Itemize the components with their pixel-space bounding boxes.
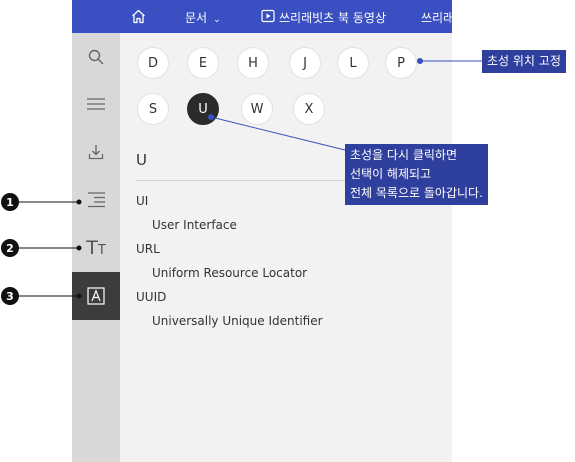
tool-sidebar: TT (72, 33, 120, 462)
initial-chip-l[interactable]: L (337, 47, 369, 79)
callout-line: 전체 목록으로 돌아갑니다. (350, 186, 483, 200)
initial-chip-j[interactable]: J (289, 47, 321, 79)
glossary-definition: Uniform Resource Locator (152, 266, 308, 280)
download-icon (88, 145, 104, 160)
glossary-term[interactable]: UI (136, 194, 148, 208)
step-marker-1: 1 (1, 193, 19, 211)
initial-chip-u-selected[interactable]: U (187, 93, 219, 125)
menu-icon (87, 98, 105, 110)
search-icon (88, 49, 104, 65)
glossary-definition: User Interface (152, 218, 237, 232)
initial-chip-x[interactable]: X (293, 93, 325, 125)
callout-deselect-initial: 초성을 다시 클릭하면 선택이 해제되고 전체 목록으로 돌아갑니다. (345, 144, 488, 205)
menu-button[interactable] (72, 80, 120, 128)
section-heading: U (136, 151, 147, 169)
glossary-definition: Universally Unique Identifier (152, 314, 323, 328)
glossary-panel: D E H J L P S U W X U UI User Interface … (120, 33, 452, 462)
play-video-icon (261, 9, 275, 23)
callout-line: 초성을 다시 클릭하면 (350, 148, 457, 162)
home-icon[interactable] (130, 8, 147, 25)
chevron-down-icon: ⌄ (213, 15, 221, 25)
nav-item-truncated[interactable]: 쓰리래 (421, 9, 452, 26)
initial-chip-d[interactable]: D (137, 47, 169, 79)
text-size-icon: TT (86, 237, 106, 259)
callout-line: 선택이 해제되고 (350, 167, 432, 181)
glossary-button[interactable] (72, 272, 120, 320)
index-list-icon (88, 192, 105, 208)
search-button[interactable] (72, 33, 120, 81)
alphabet-a-icon (87, 287, 105, 305)
video-link[interactable]: 쓰리래빗츠 북 동영상 (279, 9, 386, 26)
glossary-term[interactable]: UUID (136, 290, 166, 304)
step-marker-3: 3 (1, 287, 19, 305)
callout-fixed-initials: 초성 위치 고정 (482, 50, 566, 73)
docs-menu[interactable]: 문서 ⌄ (185, 9, 221, 26)
initial-chip-h[interactable]: H (237, 47, 269, 79)
download-button[interactable] (72, 128, 120, 176)
docs-menu-label: 문서 (185, 11, 208, 25)
step-marker-2: 2 (1, 239, 19, 257)
initial-chip-p[interactable]: P (385, 47, 417, 79)
initial-chip-e[interactable]: E (187, 47, 219, 79)
glossary-term[interactable]: URL (136, 242, 160, 256)
index-list-button[interactable] (72, 176, 120, 224)
top-nav-bar: 문서 ⌄ 쓰리래빗츠 북 동영상 쓰리래 (72, 0, 452, 33)
initial-chip-w[interactable]: W (241, 93, 273, 125)
initial-chip-s[interactable]: S (137, 93, 169, 125)
text-size-button[interactable]: TT (72, 224, 120, 272)
